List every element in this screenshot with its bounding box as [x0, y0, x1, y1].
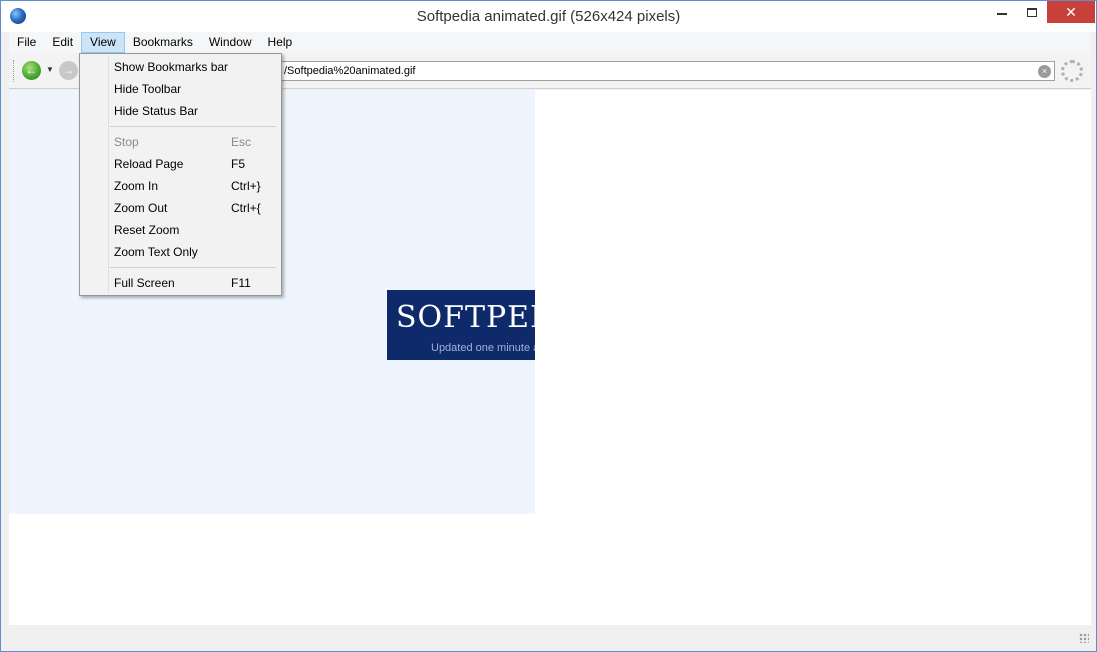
menu-item-label: Stop: [114, 135, 139, 149]
banner-subtitle: Updated one minute ago: [431, 342, 535, 354]
menu-item-shortcut: F5: [231, 157, 246, 171]
menu-item-hide-toolbar[interactable]: Hide Toolbar: [82, 78, 279, 100]
browser-window: Softpedia animated.gif (526x424 pixels) …: [0, 0, 1097, 652]
menu-item-label: Reload Page: [114, 157, 184, 171]
menu-item-label: Zoom Out: [114, 201, 168, 215]
softpedia-banner: SOFTPEDIA Updated one minute ago: [387, 290, 535, 360]
maximize-button[interactable]: [1017, 1, 1047, 23]
view-menu-dropdown: Show Bookmarks bar Hide Toolbar Hide Sta…: [79, 53, 282, 296]
menu-item-shortcut: F11: [231, 276, 251, 290]
menu-bar: File Edit View Bookmarks Window Help: [9, 32, 1091, 53]
loading-spinner-icon: [1061, 60, 1083, 82]
menu-edit[interactable]: Edit: [44, 32, 81, 53]
maximize-icon: [1027, 7, 1037, 17]
window-title: Softpedia animated.gif (526x424 pixels): [416, 8, 681, 25]
menu-item-label: Hide Status Bar: [114, 104, 199, 118]
resize-grip-icon[interactable]: [1079, 633, 1089, 643]
menu-item-label: Reset Zoom: [114, 223, 180, 237]
forward-arrow-icon: →: [62, 63, 75, 77]
menu-item-show-bookmarks-bar[interactable]: Show Bookmarks bar: [82, 56, 279, 78]
menu-window[interactable]: Window: [201, 32, 260, 53]
title-bar[interactable]: Softpedia animated.gif (526x424 pixels) …: [1, 1, 1096, 32]
menu-item-reset-zoom[interactable]: Reset Zoom: [82, 219, 279, 241]
menu-view[interactable]: View: [81, 32, 125, 53]
menu-item-stop: Stop Esc: [82, 131, 279, 153]
close-button[interactable]: ✕: [1047, 1, 1095, 23]
minimize-button[interactable]: [987, 1, 1017, 23]
menu-item-shortcut: Esc: [231, 135, 252, 149]
back-button[interactable]: ←: [22, 61, 41, 80]
menu-item-hide-status-bar[interactable]: Hide Status Bar: [82, 100, 279, 122]
toolbar-grip[interactable]: [13, 60, 16, 82]
back-arrow-icon: ←: [25, 63, 38, 77]
menu-bookmarks[interactable]: Bookmarks: [125, 32, 201, 53]
menu-item-label: Full Screen: [114, 276, 175, 290]
menu-separator: [110, 267, 276, 268]
forward-button[interactable]: →: [59, 61, 78, 80]
menu-item-zoom-text-only[interactable]: Zoom Text Only: [82, 241, 279, 263]
minimize-icon: [997, 13, 1007, 15]
menu-item-shortcut: Ctrl+}: [231, 179, 261, 193]
close-icon: ✕: [1065, 3, 1077, 20]
menu-help[interactable]: Help: [260, 32, 301, 53]
menu-item-label: Zoom Text Only: [114, 245, 198, 259]
menu-file[interactable]: File: [9, 32, 44, 53]
menu-item-label: Zoom In: [114, 179, 159, 193]
status-bar: [9, 625, 1091, 645]
menu-item-zoom-out[interactable]: Zoom Out Ctrl+{: [82, 197, 279, 219]
menu-item-label: Show Bookmarks bar: [114, 60, 229, 74]
menu-separator: [110, 126, 276, 127]
menu-item-label: Hide Toolbar: [114, 82, 182, 96]
menu-item-shortcut: Ctrl+{: [231, 201, 261, 215]
back-history-dropdown-icon[interactable]: ▼: [46, 65, 54, 74]
menu-item-reload-page[interactable]: Reload Page F5: [82, 153, 279, 175]
menu-item-zoom-in[interactable]: Zoom In Ctrl+}: [82, 175, 279, 197]
banner-title: SOFTPEDIA: [396, 300, 535, 335]
address-bar-url[interactable]: /Softpedia%20animated.gif: [284, 65, 415, 77]
menu-item-full-screen[interactable]: Full Screen F11: [82, 272, 279, 294]
clear-address-icon[interactable]: ×: [1038, 65, 1051, 78]
address-bar[interactable]: /Softpedia%20animated.gif ×: [279, 61, 1055, 81]
